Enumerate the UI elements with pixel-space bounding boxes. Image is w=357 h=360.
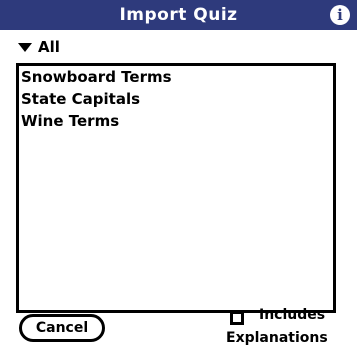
includes-explanations-checkbox[interactable]: [230, 311, 244, 325]
info-icon[interactable]: i: [330, 5, 350, 25]
explanations-label[interactable]: Explanations: [226, 330, 328, 346]
list-item[interactable]: State Capitals: [19, 88, 333, 110]
quiz-list[interactable]: Snowboard Terms State Capitals Wine Term…: [16, 63, 336, 313]
includes-label[interactable]: Includes: [259, 307, 325, 323]
dialog-title: Import Quiz: [119, 5, 238, 25]
list-item[interactable]: Wine Terms: [19, 110, 333, 132]
title-bar: Import Quiz i: [0, 0, 357, 30]
list-item[interactable]: Snowboard Terms: [19, 66, 333, 88]
dropdown-triangle-icon: [18, 42, 32, 52]
cancel-button[interactable]: Cancel: [19, 314, 105, 342]
category-dropdown[interactable]: All: [18, 36, 60, 58]
category-selected: All: [38, 38, 60, 56]
import-quiz-dialog: Import Quiz i All Snowboard Terms State …: [0, 0, 357, 360]
